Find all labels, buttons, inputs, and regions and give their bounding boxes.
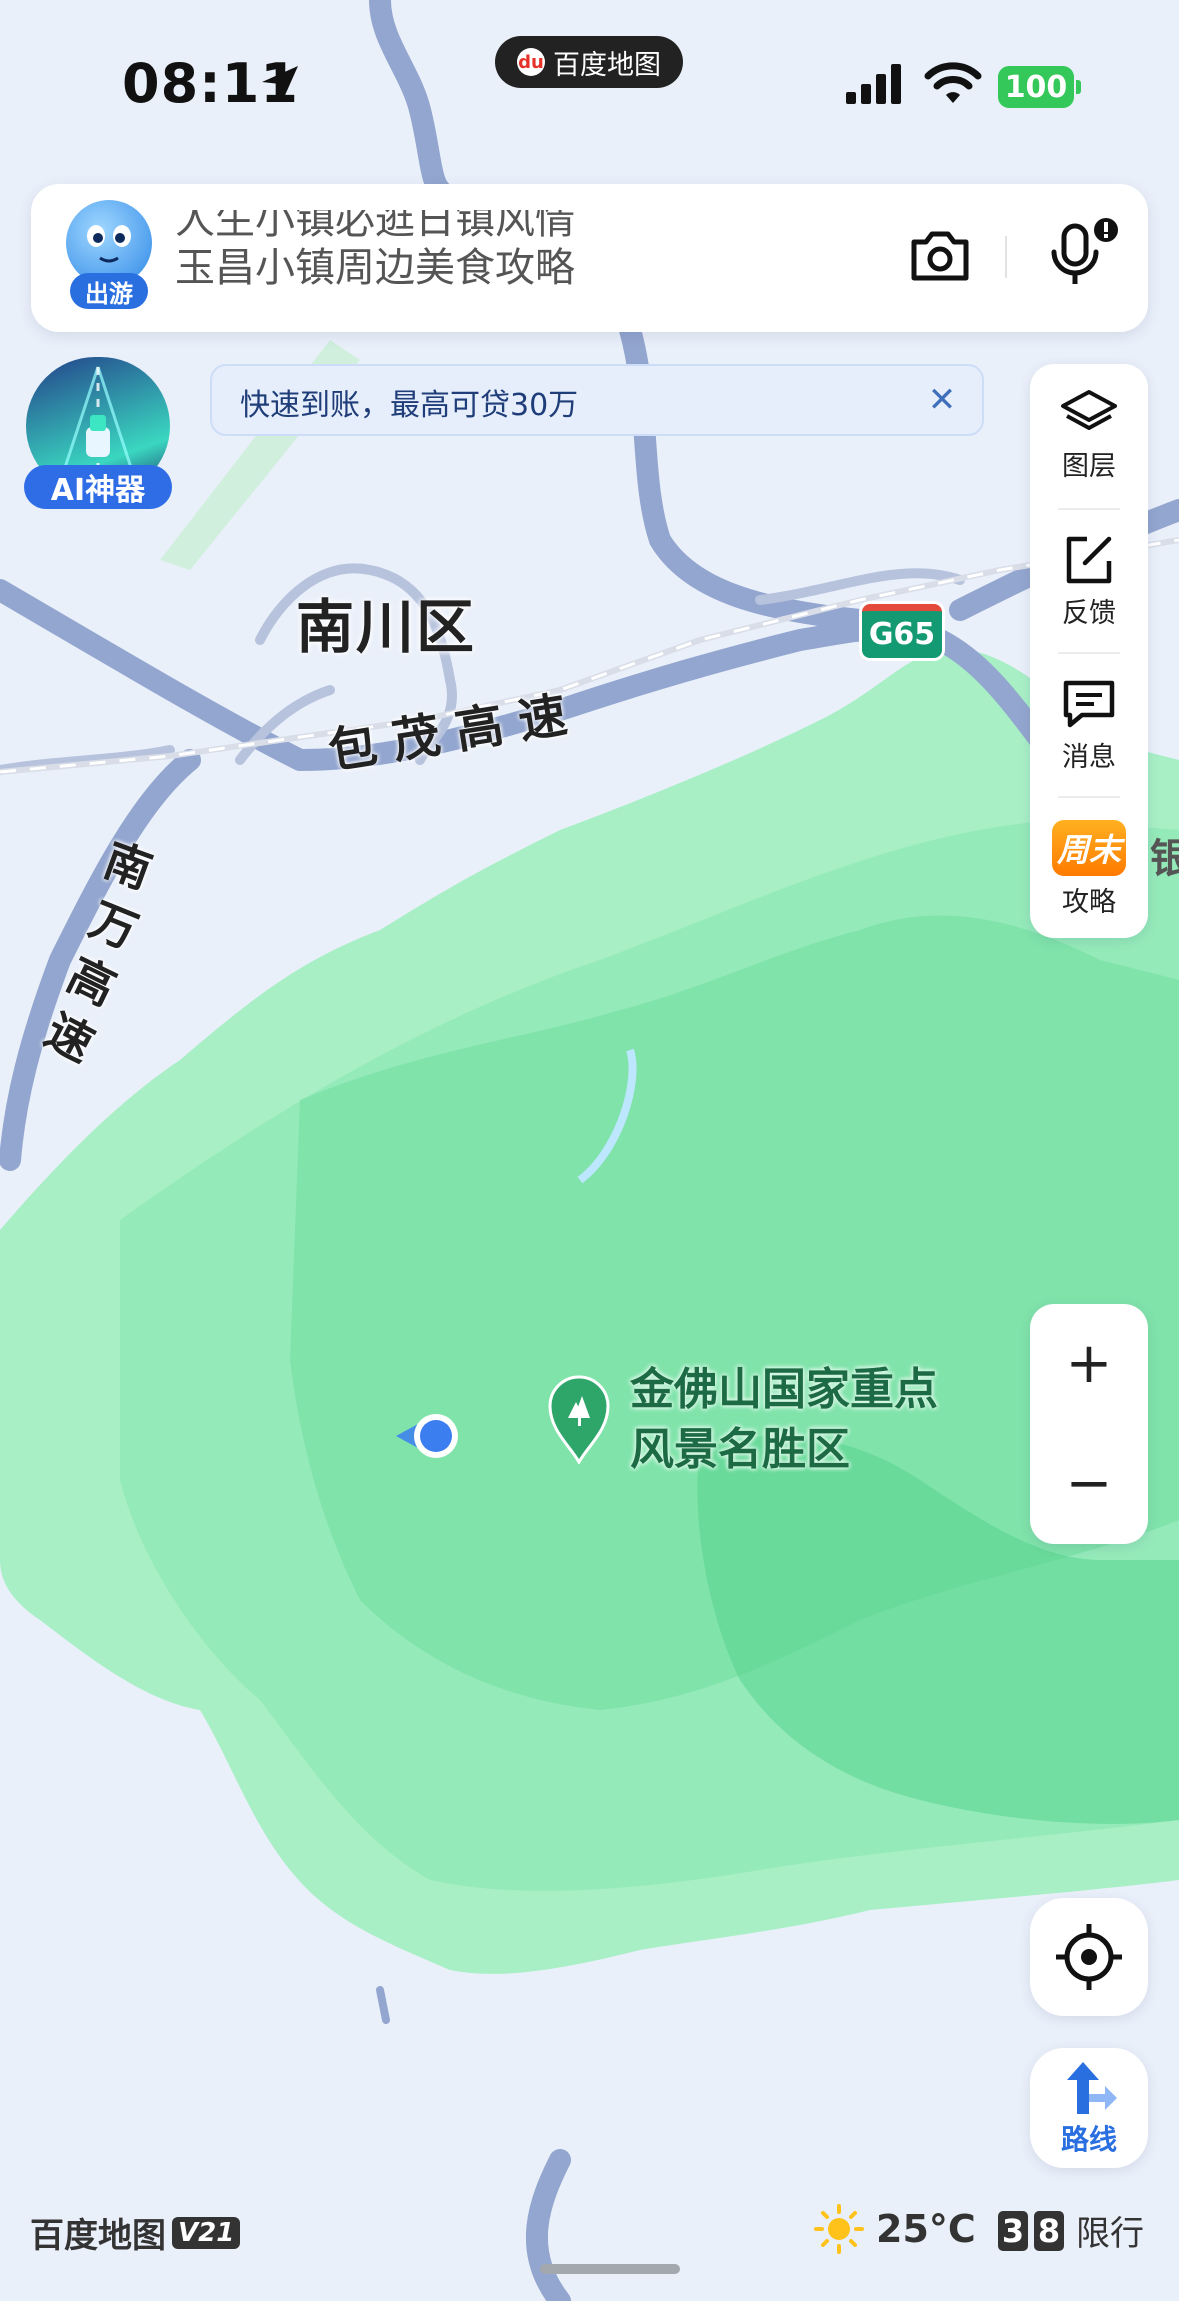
messages-label: 消息: [1062, 741, 1116, 773]
road-char: 速: [514, 687, 571, 750]
layers-label: 图层: [1062, 450, 1116, 482]
brand-name: 百度地图: [30, 2216, 166, 2256]
ai-tools-label: AI神器: [24, 465, 172, 509]
route-label: 路线: [1060, 2123, 1117, 2156]
highway-shield-g65[interactable]: G65: [862, 604, 942, 658]
restriction-plate: 3: [998, 2210, 1028, 2251]
district-label[interactable]: 南川区: [296, 580, 476, 664]
ticker-line: 人生小镇必逛日镇风情: [175, 210, 575, 243]
voice-button[interactable]: [1040, 214, 1120, 294]
microphone-icon: [1051, 218, 1118, 284]
location-arrow-icon: [396, 1414, 458, 1458]
avatar-badge: 出游: [70, 273, 148, 309]
wifi-icon: [924, 60, 982, 110]
crosshair-icon: [1056, 1924, 1122, 1990]
temperature: 25°C: [876, 2207, 976, 2251]
poi-name-line1: 金佛山国家重点: [630, 1364, 938, 1415]
restriction-plate: 8: [1034, 2210, 1064, 2251]
edge-label: 银: [1150, 836, 1179, 882]
ticker-line: 玉昌小镇周边美食攻略: [175, 245, 575, 290]
search-suggestion-ticker[interactable]: 人生小镇必逛日镇风情 玉昌小镇周边美食攻略: [175, 210, 665, 290]
guide-label: 攻略: [1062, 886, 1116, 918]
app-indicator-label: 百度地图: [553, 49, 661, 81]
locate-me-button[interactable]: [1030, 1898, 1148, 2016]
battery-indicator: 100: [998, 66, 1074, 108]
brand-version: V21: [172, 2216, 241, 2249]
zoom-in-button[interactable]: +: [1030, 1304, 1148, 1422]
layers-button[interactable]: 图层: [1030, 364, 1148, 506]
battery-nub: [1076, 80, 1081, 94]
weather-widget[interactable]: 25°C: [814, 2204, 976, 2254]
camera-button[interactable]: [904, 222, 976, 290]
camera-icon: [911, 231, 969, 281]
poi-name-line2: 风景名胜区: [630, 1424, 850, 1475]
layers-icon: [1061, 389, 1117, 430]
map-canvas[interactable]: [0, 0, 1179, 2301]
message-icon: [1063, 680, 1115, 727]
edit-icon: [1066, 536, 1112, 583]
road-char: 包: [324, 717, 382, 780]
cellular-signal-icon: [844, 62, 904, 110]
ad-banner-text: 快速到账，最高可贷30万: [240, 388, 579, 423]
feedback-label: 反馈: [1062, 597, 1116, 629]
poi-marker-jinfoshan[interactable]: [546, 1372, 612, 1466]
road-label-nanwan: 南 万 高 速: [14, 830, 159, 1073]
close-icon[interactable]: ✕: [922, 380, 962, 420]
route-arrow-icon: [1067, 2062, 1117, 2114]
map-tools-panel: 图层 反馈 消息 周末 攻略: [1030, 364, 1148, 938]
restriction-label: 限行: [1076, 2214, 1144, 2254]
brand-watermark: 百度地图 V21: [30, 2208, 241, 2257]
road-char: 茂: [388, 707, 445, 770]
app-indicator-pill: du 百度地图: [495, 36, 683, 88]
home-indicator[interactable]: [540, 2264, 680, 2274]
baidu-map-pin-icon: du: [517, 48, 545, 76]
traffic-restriction-widget[interactable]: 3 8 限行: [998, 2206, 1144, 2255]
search-divider: [1005, 236, 1007, 278]
poi-name[interactable]: 金佛山国家重点 风景名胜区: [630, 1360, 938, 1480]
zoom-out-button[interactable]: −: [1030, 1424, 1148, 1542]
travel-avatar-button[interactable]: 出游: [64, 200, 154, 312]
weekend-icon: 周末: [1052, 819, 1126, 876]
location-services-icon: [258, 62, 302, 110]
user-location-dot[interactable]: [394, 1410, 462, 1462]
messages-button[interactable]: 消息: [1030, 654, 1148, 796]
ai-tools-button[interactable]: AI神器: [22, 357, 174, 509]
road-char: 高: [451, 697, 508, 760]
guide-button[interactable]: 周末 攻略: [1030, 798, 1148, 940]
route-button[interactable]: 路线: [1030, 2048, 1148, 2168]
sun-icon: [814, 2204, 864, 2254]
tree-pin-icon: [548, 1375, 610, 1466]
feedback-button[interactable]: 反馈: [1030, 510, 1148, 652]
zoom-control: + −: [1030, 1304, 1148, 1544]
